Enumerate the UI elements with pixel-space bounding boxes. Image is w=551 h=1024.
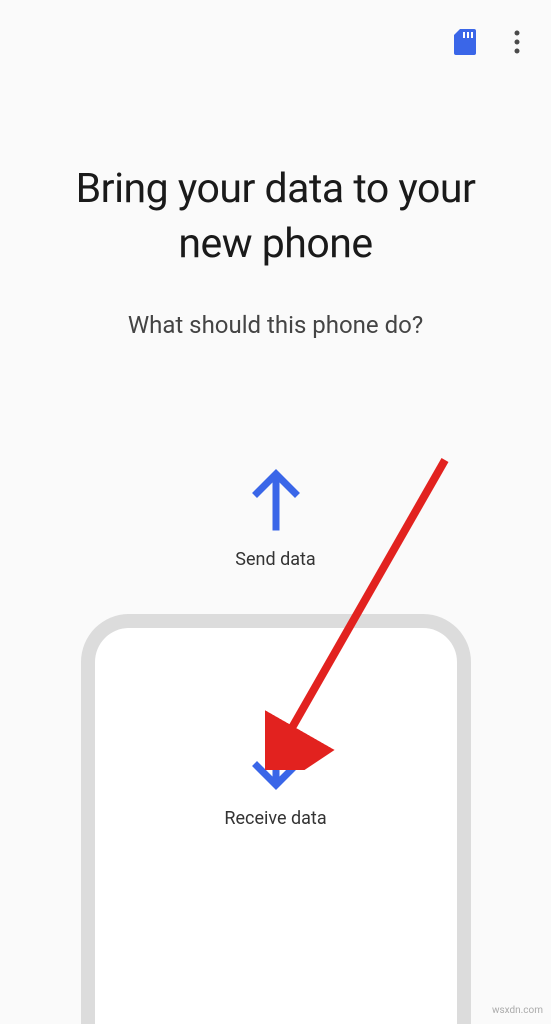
send-data-option[interactable]: Send data xyxy=(0,469,551,570)
watermark: wsxdn.com xyxy=(492,1005,543,1016)
sd-card-icon xyxy=(454,29,476,55)
send-data-label: Send data xyxy=(235,549,315,570)
header-bar xyxy=(0,0,551,84)
page-title: Bring your data to your new phone xyxy=(0,162,551,273)
arrow-up-icon xyxy=(249,469,303,531)
more-menu-button[interactable] xyxy=(503,28,531,56)
receive-data-option[interactable]: Receive data xyxy=(95,728,457,829)
more-vert-icon xyxy=(514,30,520,54)
phone-frame: Receive data xyxy=(81,614,471,1024)
sd-card-button[interactable] xyxy=(451,28,479,56)
page-subtitle: What should this phone do? xyxy=(0,311,551,339)
arrow-down-icon xyxy=(249,728,303,790)
receive-data-label: Receive data xyxy=(224,808,326,829)
